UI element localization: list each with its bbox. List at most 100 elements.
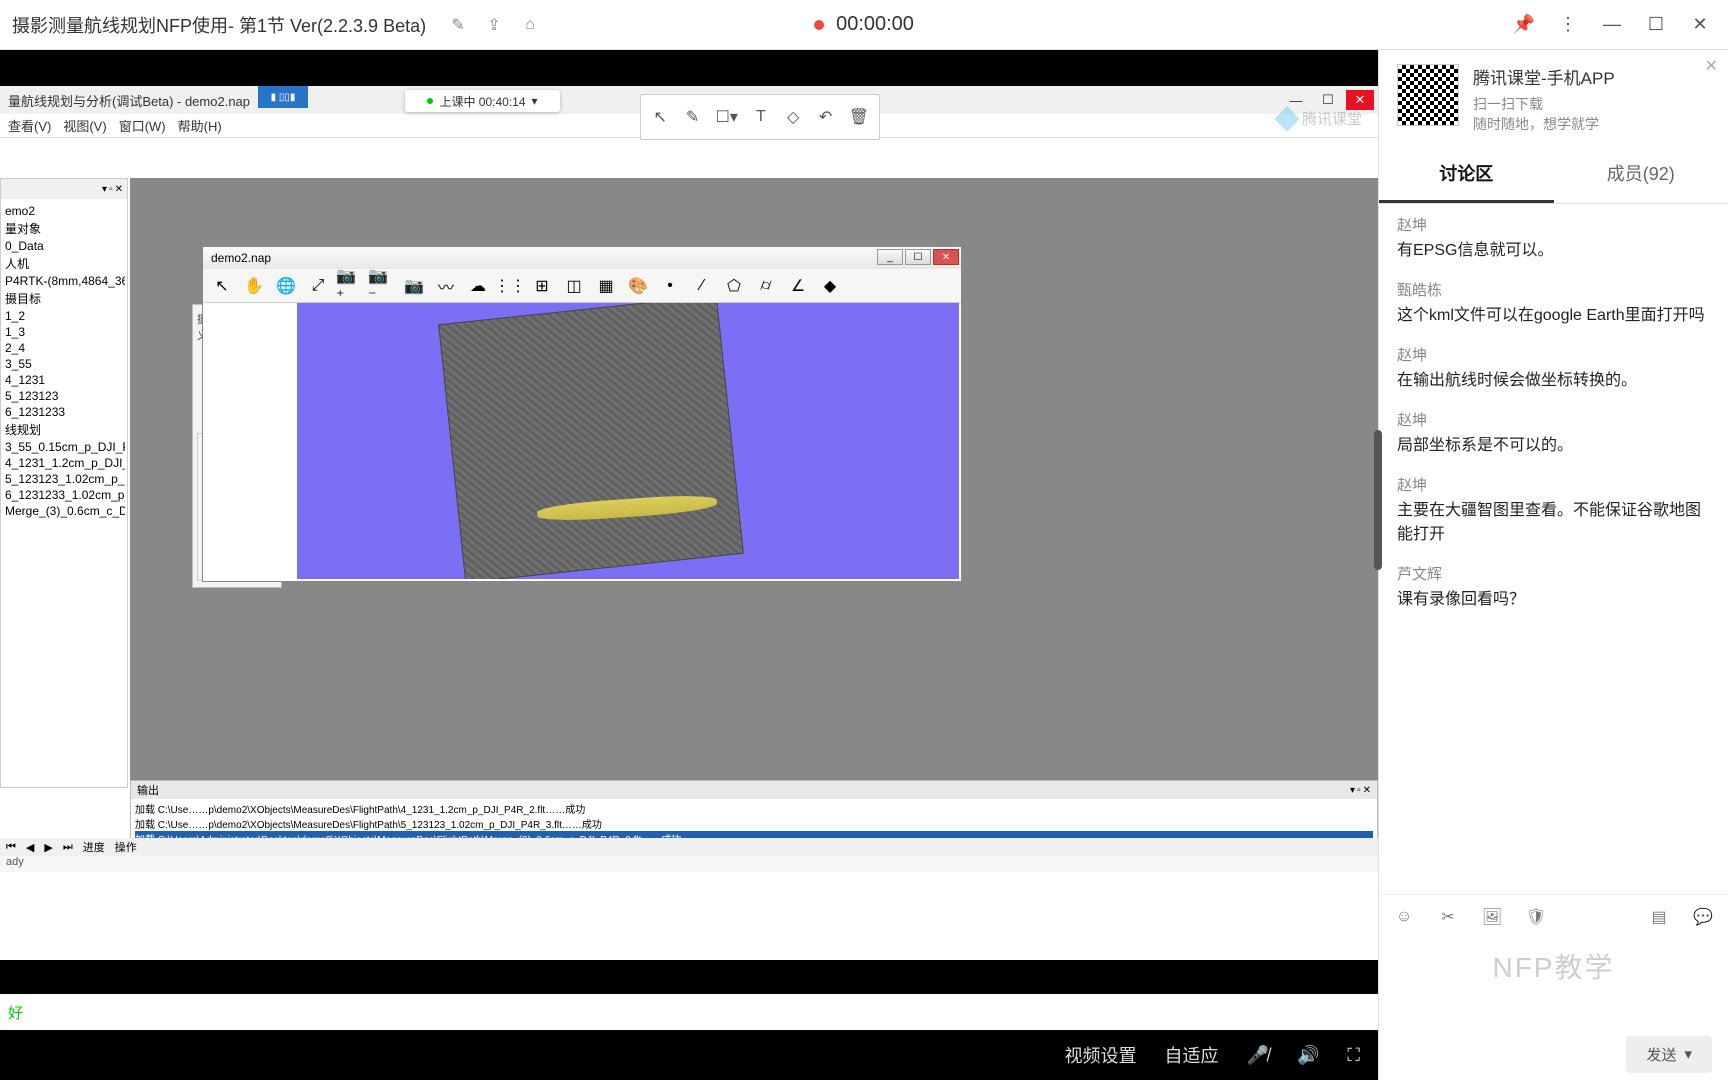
tool-mesh-icon[interactable]: ⋮⋮ bbox=[495, 272, 525, 300]
tool-solid-icon[interactable]: ▦ bbox=[591, 272, 621, 300]
share-icon[interactable]: ⇪ bbox=[482, 13, 506, 37]
fullscreen-icon[interactable]: ⛶ bbox=[1347, 1045, 1360, 1066]
tool-camera-plus-icon[interactable]: 📷⁺ bbox=[335, 272, 365, 300]
video-settings-button[interactable]: 视频设置 bbox=[1065, 1042, 1137, 1068]
tree-item[interactable]: 线规划 bbox=[3, 420, 125, 439]
tool-color-cube-icon[interactable]: 🎨 bbox=[623, 272, 653, 300]
more-icon[interactable]: ⋮ bbox=[1558, 15, 1578, 35]
tree-dropdown-icon[interactable]: ▾ bbox=[102, 184, 107, 195]
tool-polygon-icon[interactable]: ⬠ bbox=[719, 272, 749, 300]
maximize-icon[interactable]: ☐ bbox=[1646, 15, 1666, 35]
eraser-tool-icon[interactable]: ◇ bbox=[784, 106, 802, 128]
nap-canvas[interactable] bbox=[297, 303, 959, 579]
tool-path-icon[interactable]: 〰 bbox=[431, 272, 461, 300]
tab-members[interactable]: 成员(92) bbox=[1554, 146, 1728, 203]
mic-off-icon[interactable]: 🎤̸ bbox=[1247, 1045, 1269, 1066]
viewport[interactable]: 摄影目标特征定义 感知面显示 方向轴显示 约束面 无约束 水平面 垂直面 dem… bbox=[130, 178, 1378, 788]
tree-item[interactable]: 5_123123_1.02cm_p_DJI_P bbox=[3, 471, 125, 487]
app-close-icon[interactable]: ✕ bbox=[1346, 90, 1374, 110]
tree-item[interactable]: 3_55_0.15cm_p_DJI_P4R_1 bbox=[3, 439, 125, 455]
app-window: 量航线规划与分析(调试Beta) - demo2.nap — ☐ ✕ 查看(V)… bbox=[0, 86, 1378, 960]
menu-view2[interactable]: 视图(V) bbox=[63, 116, 106, 135]
speaker-icon[interactable]: 🔊 bbox=[1297, 1045, 1319, 1066]
tool-globe-icon[interactable]: 🌐 bbox=[271, 272, 301, 300]
send-button-label: 发送 bbox=[1646, 1044, 1676, 1065]
qr-subtitle-1: 扫一扫下载 bbox=[1473, 95, 1615, 115]
tree-item[interactable]: 5_123123 bbox=[3, 388, 125, 404]
output-close-icon[interactable]: ✕ bbox=[1363, 785, 1371, 796]
close-icon[interactable]: ✕ bbox=[1690, 15, 1710, 35]
tree-item[interactable]: 摄目标 bbox=[3, 289, 125, 308]
nav-prev-icon[interactable]: ◀ bbox=[26, 841, 34, 854]
tool-cylinder-icon[interactable]: ⌭ bbox=[751, 272, 781, 300]
home-icon[interactable]: ⌂ bbox=[518, 13, 542, 37]
tree-item[interactable]: 人机 bbox=[3, 254, 125, 273]
tree-item[interactable]: 量对象 bbox=[3, 219, 125, 238]
quote-icon[interactable]: 💬 bbox=[1692, 906, 1714, 928]
nap-minimize-icon[interactable]: _ bbox=[877, 249, 903, 265]
qr-close-icon[interactable]: ✕ bbox=[1705, 56, 1718, 76]
nav-next-icon[interactable]: ▶ bbox=[44, 841, 52, 854]
tool-cloud-icon[interactable]: ☁ bbox=[463, 272, 493, 300]
scrollbar[interactable] bbox=[1374, 430, 1382, 570]
tool-cursor-icon[interactable]: ↖ bbox=[207, 272, 237, 300]
tool-angle-icon[interactable]: ∠ bbox=[783, 272, 813, 300]
minimize-icon[interactable]: — bbox=[1602, 15, 1622, 35]
layout-icon[interactable]: ▤ bbox=[1648, 906, 1670, 928]
output-dropdown-icon[interactable]: ▾ bbox=[1350, 785, 1355, 796]
tree-item[interactable]: P4RTK-(8mm,4864_3648) bbox=[3, 273, 125, 289]
tool-grid-icon[interactable]: ⊞ bbox=[527, 272, 557, 300]
emoji-icon[interactable]: ☺ bbox=[1393, 906, 1415, 928]
nav-first-icon[interactable]: ⏮ bbox=[6, 841, 16, 854]
blue-signal-tab[interactable]: ▮ ▯▯▮ bbox=[258, 86, 308, 108]
tree-item[interactable]: 4_1231_1.2cm_p_DJI_P4R_ bbox=[3, 455, 125, 471]
tree-item[interactable]: 4_1231 bbox=[3, 372, 125, 388]
select-tool-icon[interactable]: ↖ bbox=[651, 106, 669, 128]
tree-item[interactable]: 0_Data bbox=[3, 238, 125, 254]
tree-item[interactable]: 1_2 bbox=[3, 308, 125, 324]
tool-expand-icon[interactable]: ⤢ bbox=[303, 272, 333, 300]
tab-discussion[interactable]: 讨论区 bbox=[1379, 146, 1554, 203]
nap-close-icon[interactable]: ✕ bbox=[933, 249, 959, 265]
tree-pin-icon[interactable]: ▫ bbox=[109, 184, 113, 195]
shield-icon[interactable]: 🛡 bbox=[1525, 906, 1547, 928]
tool-hand-icon[interactable]: ✋ bbox=[239, 272, 269, 300]
chat-username: 甄皓栋 bbox=[1397, 279, 1710, 300]
tree-item[interactable]: 6_1231233 bbox=[3, 404, 125, 420]
app-maximize-icon[interactable]: ☐ bbox=[1314, 90, 1342, 110]
trash-tool-icon[interactable]: 🗑 bbox=[849, 106, 869, 128]
tool-camera-icon[interactable]: 📷 bbox=[399, 272, 429, 300]
image-icon[interactable]: 🖼 bbox=[1481, 906, 1503, 928]
chat-input[interactable] bbox=[1393, 946, 1714, 1020]
pin-icon[interactable]: 📌 bbox=[1514, 15, 1534, 35]
menu-window[interactable]: 窗口(W) bbox=[119, 116, 166, 135]
tree-close-icon[interactable]: ✕ bbox=[115, 184, 123, 195]
adaptive-button[interactable]: 自适应 bbox=[1165, 1042, 1219, 1068]
edit-icon[interactable]: ✎ bbox=[446, 13, 470, 37]
shape-tool-icon[interactable]: ☐▾ bbox=[716, 106, 738, 128]
tree-item[interactable]: 2_4 bbox=[3, 340, 125, 356]
tool-point-icon[interactable]: • bbox=[655, 272, 685, 300]
send-button[interactable]: 发送 ▾ bbox=[1626, 1036, 1712, 1073]
chat-list[interactable]: 赵坤 有EPSG信息就可以。 甄皓栋 这个kml文件可以在google Eart… bbox=[1379, 204, 1728, 894]
menu-help[interactable]: 帮助(H) bbox=[178, 116, 222, 135]
scissors-icon[interactable]: ✂ bbox=[1437, 906, 1459, 928]
menu-view[interactable]: 查看(V) bbox=[8, 116, 51, 135]
tool-wireframe-icon[interactable]: ◫ bbox=[559, 272, 589, 300]
tree-item[interactable]: 3_55 bbox=[3, 356, 125, 372]
output-pin-icon[interactable]: ▫ bbox=[1357, 785, 1361, 796]
tool-line-icon[interactable]: ∕ bbox=[687, 272, 717, 300]
undo-tool-icon[interactable]: ↶ bbox=[816, 106, 834, 128]
class-status-pill[interactable]: 上课中 00:40:14 ▾ bbox=[405, 90, 560, 112]
nap-maximize-icon[interactable]: ☐ bbox=[905, 249, 931, 265]
pen-tool-icon[interactable]: ✎ bbox=[683, 106, 701, 128]
text-tool-icon[interactable]: T bbox=[752, 106, 770, 128]
tree-item[interactable]: emo2 bbox=[3, 203, 125, 219]
tool-camera-minus-icon[interactable]: 📷⁻ bbox=[367, 272, 397, 300]
tool-layer-icon[interactable]: ◆ bbox=[815, 272, 845, 300]
chat-text: 主要在大疆智图里查看。不能保证谷歌地图能打开 bbox=[1397, 499, 1710, 547]
tree-item[interactable]: 6_1231233_1.02cm_p_DJI_ bbox=[3, 487, 125, 503]
tree-item[interactable]: Merge_(3)_0.6cm_c_DJI_P bbox=[3, 503, 125, 519]
tree-item[interactable]: 1_3 bbox=[3, 324, 125, 340]
nav-last-icon[interactable]: ⏭ bbox=[63, 841, 73, 854]
